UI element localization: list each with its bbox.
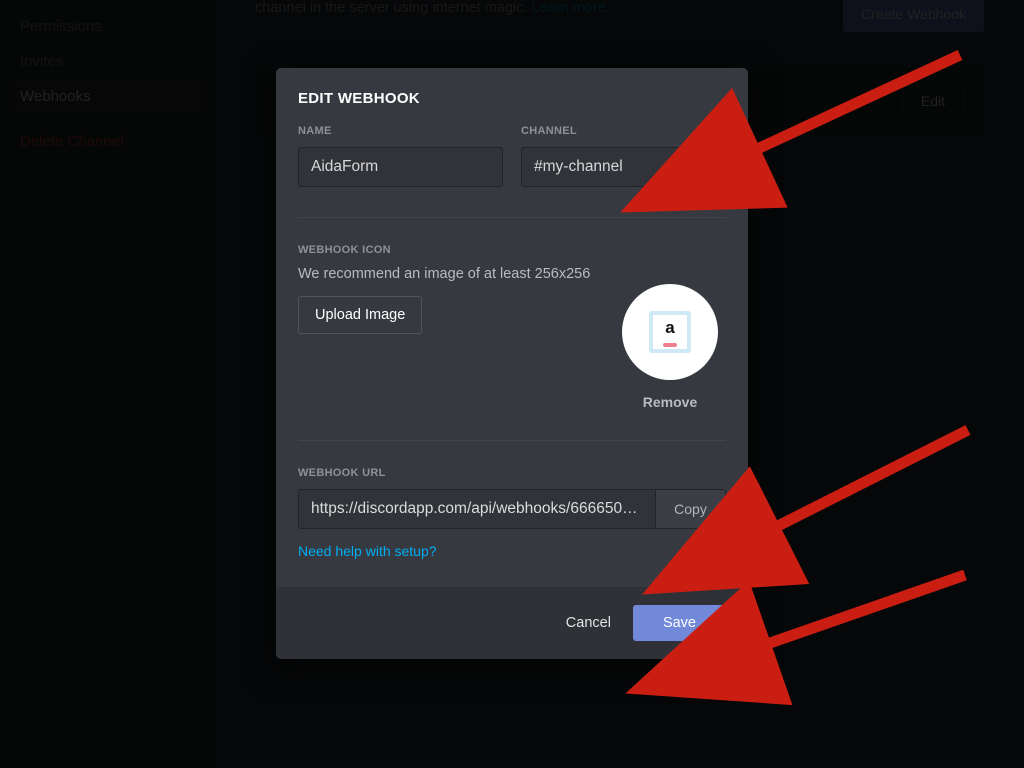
webhook-url-label: WEBHOOK URL	[298, 467, 726, 479]
chevron-down-icon	[695, 158, 713, 176]
modal-title: EDIT WEBHOOK	[276, 68, 748, 107]
channel-select-value: #my-channel	[534, 158, 623, 176]
icon-section: WEBHOOK ICON We recommend an image of at…	[276, 218, 748, 410]
name-input[interactable]: AidaForm	[298, 147, 503, 187]
edit-webhook-modal: EDIT WEBHOOK NAME AidaForm CHANNEL #my-c…	[276, 68, 748, 659]
channel-field-group: CHANNEL #my-channel	[521, 125, 726, 187]
name-channel-row: NAME AidaForm CHANNEL #my-channel	[276, 107, 748, 187]
avatar-logo: a	[649, 311, 691, 353]
avatar-letter: a	[665, 318, 674, 338]
channel-label: CHANNEL	[521, 125, 726, 137]
name-label: NAME	[298, 125, 503, 137]
url-section: WEBHOOK URL https://discordapp.com/api/w…	[276, 441, 748, 529]
upload-image-button[interactable]: Upload Image	[298, 296, 422, 334]
webhook-url-value[interactable]: https://discordapp.com/api/webhooks/6666…	[299, 490, 655, 528]
modal-footer: Cancel Save	[276, 587, 748, 659]
icon-size-recommendation: We recommend an image of at least 256x25…	[298, 266, 726, 282]
cancel-button[interactable]: Cancel	[566, 615, 611, 631]
icon-preview-group: a Remove	[622, 284, 718, 410]
channel-select[interactable]: #my-channel	[521, 147, 726, 187]
save-button[interactable]: Save	[633, 605, 726, 641]
webhook-icon-label: WEBHOOK ICON	[298, 244, 726, 256]
copy-url-button[interactable]: Copy	[655, 490, 725, 528]
webhook-avatar[interactable]: a	[622, 284, 718, 380]
name-field-group: NAME AidaForm	[298, 125, 503, 187]
avatar-accent-bar	[663, 343, 677, 347]
help-link[interactable]: Need help with setup?	[298, 543, 726, 559]
webhook-url-row: https://discordapp.com/api/webhooks/6666…	[298, 489, 726, 529]
name-input-value: AidaForm	[311, 158, 378, 176]
remove-icon-button[interactable]: Remove	[643, 394, 697, 410]
